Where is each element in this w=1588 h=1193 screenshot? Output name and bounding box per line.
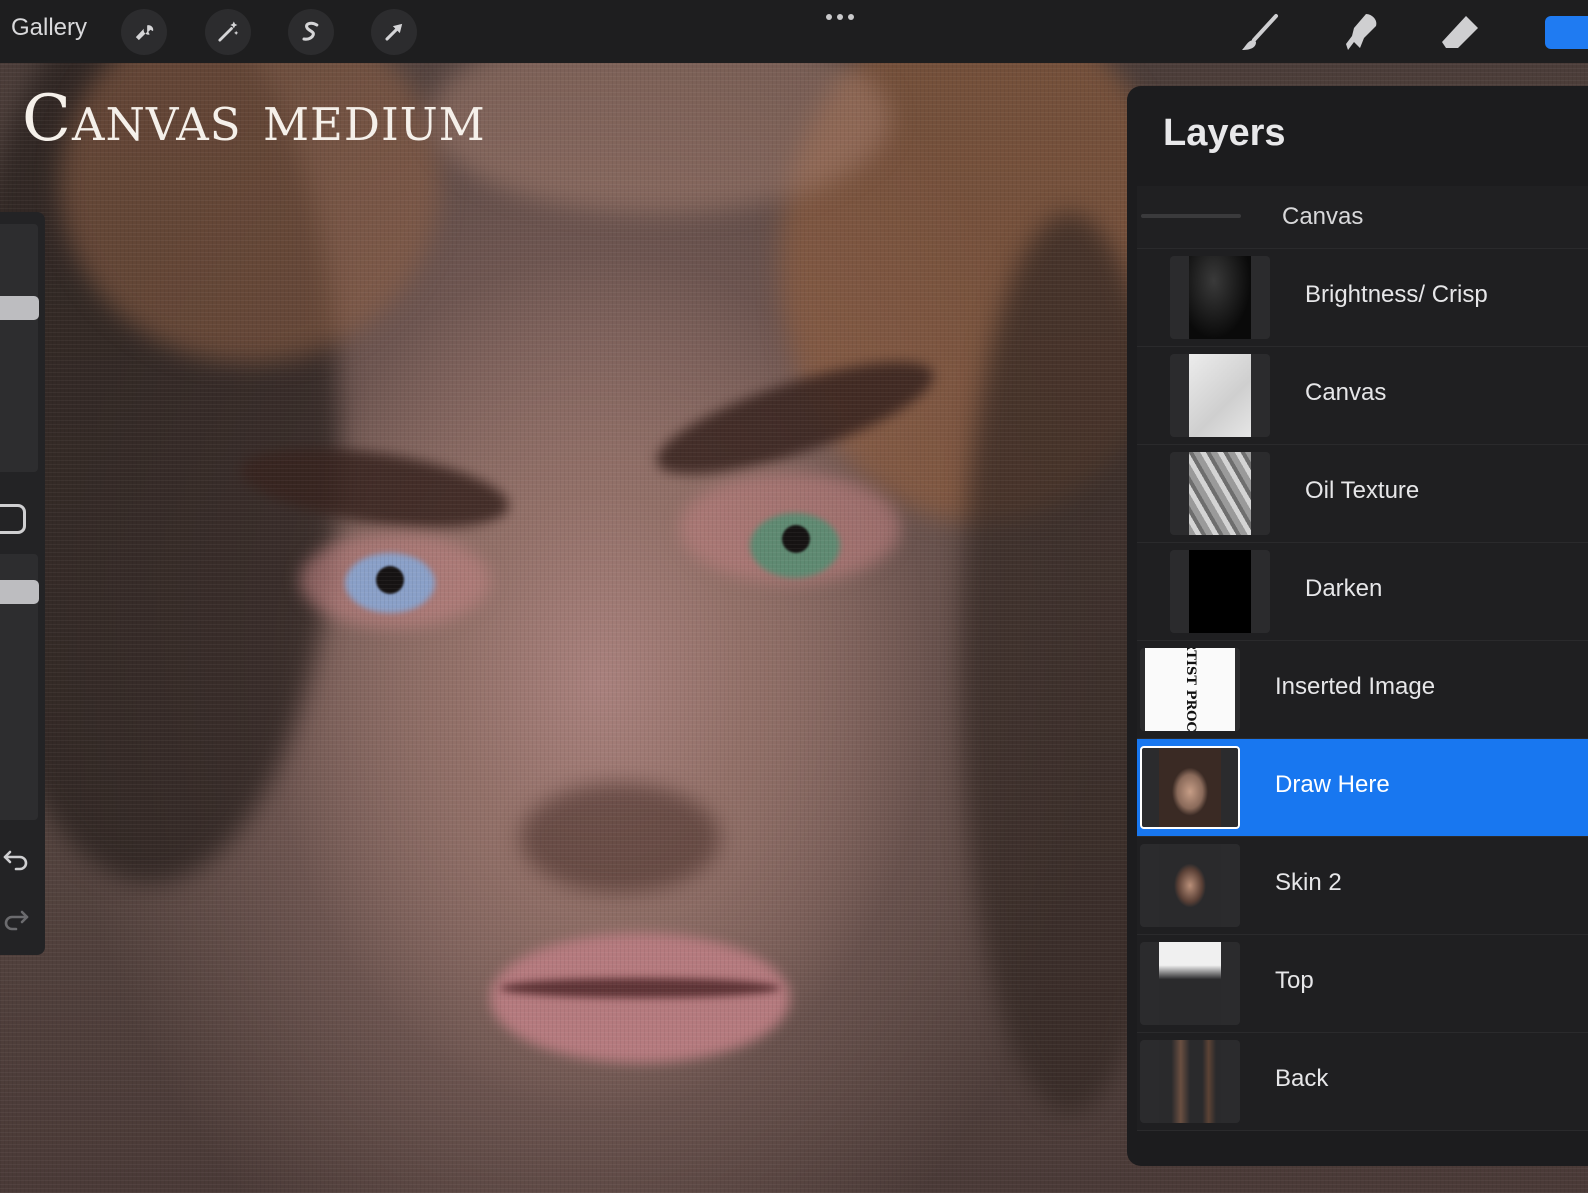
layer-thumbnail[interactable]: OIL ARTIST PROCREATE [1140,648,1240,731]
layers-panel: Layers Canvas Brightness/ Crisp Canvas Oil… [1127,86,1588,1166]
layer-thumbnail-image [1189,550,1251,633]
modify-button[interactable] [0,504,26,534]
layer-thumbnail-image: OIL ARTIST PROCREATE [1145,648,1235,731]
layer-row[interactable]: Back [1137,1033,1588,1131]
layer-thumbnail-image [1159,942,1221,1025]
brush-size-slider-track[interactable] [0,224,38,472]
layers-panel-title: Layers [1163,112,1286,154]
layer-row[interactable]: Canvas [1137,347,1588,445]
layer-name: Draw Here [1275,771,1390,798]
layer-name: Brightness/ Crisp [1305,281,1488,308]
gallery-button[interactable]: Gallery [11,14,87,42]
layer-row[interactable]: Draw Here [1137,739,1588,837]
nose-shape [520,783,720,893]
top-toolbar: Gallery [0,0,1588,63]
left-sidebar [0,212,45,955]
layer-group-name: Canvas [1282,203,1364,230]
layer-thumbnail-image [1189,354,1251,437]
layer-name: Canvas [1305,379,1387,406]
layer-thumbnail[interactable] [1170,452,1270,535]
layer-thumbnail-image [1159,748,1221,827]
layer-row[interactable]: Brightness/ Crisp [1137,249,1588,347]
layer-name: Oil Texture [1305,477,1420,504]
more-options-icon[interactable] [823,5,859,25]
layer-row[interactable]: OIL ARTIST PROCREATE Inserted Image [1137,641,1588,739]
layer-thumbnail-image [1189,452,1251,535]
layer-thumbnail[interactable] [1170,256,1270,339]
layer-name: Skin 2 [1275,869,1342,896]
wrench-icon [135,25,154,41]
canvas-overlay-title: Canvas medium [22,82,486,156]
layer-row[interactable]: Oil Texture [1137,445,1588,543]
undo-icon[interactable] [2,844,30,872]
eraser-icon[interactable] [1438,10,1482,54]
pupil [782,525,810,553]
layer-row[interactable]: Top [1137,935,1588,1033]
inserted-image-thumbnail-text: OIL ARTIST PROCREATE [1183,648,1198,731]
transform-button[interactable] [371,9,417,55]
layer-name: Darken [1305,575,1383,602]
lips-line [500,978,780,998]
redo-icon[interactable] [2,904,30,932]
layer-thumbnail[interactable] [1170,354,1270,437]
layer-name: Inserted Image [1275,673,1436,700]
layer-name: Back [1275,1065,1329,1092]
magic-wand-icon [218,21,239,42]
layer-name: Top [1275,967,1314,994]
selection-icon [302,21,319,41]
layers-list: Brightness/ Crisp Canvas Oil Texture Darken… [1127,249,1588,1131]
layer-thumbnail[interactable] [1140,844,1240,927]
selection-button[interactable] [288,9,334,55]
group-thumbnail [1141,214,1241,218]
layer-row[interactable]: Skin 2 [1137,837,1588,935]
layer-thumbnail[interactable] [1140,1040,1240,1123]
brush-size-slider-thumb[interactable] [0,296,39,320]
smudge-icon[interactable] [1338,10,1382,54]
layer-thumbnail[interactable] [1140,942,1240,1025]
pupil [376,566,404,594]
actions-button[interactable] [121,9,167,55]
arrow-cursor-icon [385,23,403,41]
layer-thumbnail-image [1189,256,1251,339]
layer-row[interactable]: Darken [1137,543,1588,641]
opacity-slider-thumb[interactable] [0,580,39,604]
layer-thumbnail-image [1159,844,1221,927]
layer-thumbnail[interactable] [1170,550,1270,633]
adjustments-button[interactable] [205,9,251,55]
layer-thumbnail-image [1159,1040,1221,1123]
brush-icon[interactable] [1238,10,1282,54]
lips-shape [490,933,790,1063]
layers-button[interactable] [1545,16,1588,49]
layer-thumbnail[interactable] [1140,746,1240,829]
layer-group-canvas[interactable]: Canvas [1137,186,1588,249]
